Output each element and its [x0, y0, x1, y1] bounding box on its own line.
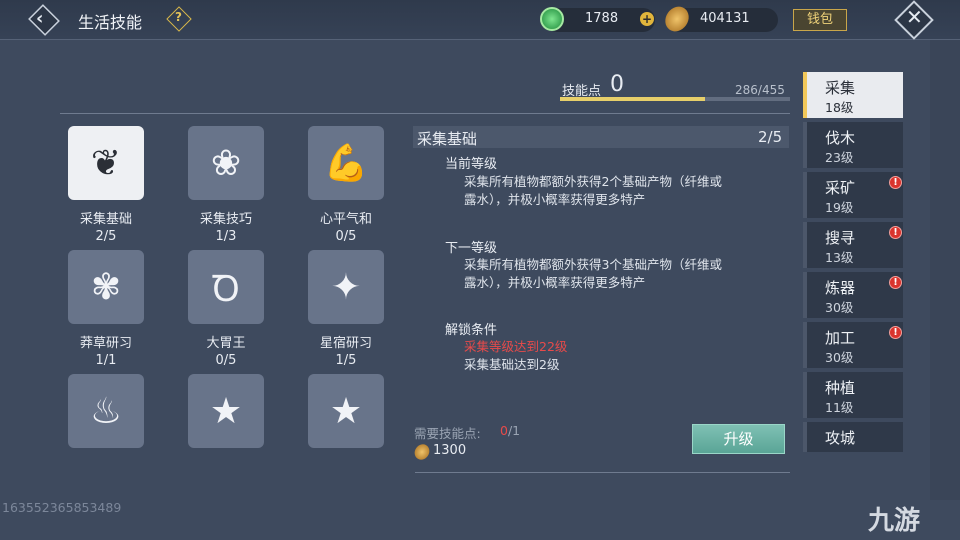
- skill-name: 大胃王: [206, 336, 246, 351]
- unlock-label: 解锁条件: [445, 323, 498, 338]
- next-level-label: 下一等级: [445, 241, 498, 256]
- skill-level: 1/3: [215, 229, 237, 244]
- tab-name: 搜寻: [825, 229, 856, 247]
- required-points-total: /1: [507, 423, 521, 438]
- detail-title: 采集基础: [417, 130, 478, 148]
- constellation-icon: ✦: [308, 250, 384, 324]
- back-arrow-icon[interactable]: ‹: [36, 8, 43, 29]
- detail-level: 2/5: [758, 128, 783, 146]
- skill-level: 2/5: [95, 229, 117, 244]
- skill-name: 采集基础: [79, 212, 132, 227]
- tab-gather[interactable]: 采集 18级: [803, 72, 903, 118]
- tab-level: 18级: [825, 100, 854, 115]
- required-points-have: 0: [500, 423, 508, 438]
- watermark-logo: 九游: [868, 506, 921, 536]
- banner-star-icon: ★: [308, 374, 384, 448]
- tab-name: 种植: [825, 379, 856, 397]
- tab-planting[interactable]: 种植 11级: [803, 372, 903, 418]
- current-level-label: 当前等级: [445, 157, 498, 172]
- skill-name: 采集技巧: [199, 212, 252, 227]
- coin-value: 404131: [700, 11, 750, 26]
- upgrade-cost: 1300: [433, 443, 467, 458]
- add-currency-icon[interactable]: +: [640, 12, 654, 26]
- tab-level: 23级: [825, 150, 854, 165]
- alert-icon: !: [889, 176, 902, 189]
- skill-level: 1/5: [335, 353, 357, 368]
- skill-cell[interactable]: ✾ 莽草研习 1/1: [56, 250, 156, 368]
- tab-name: 攻城: [825, 429, 856, 447]
- skill-points-value: 0: [610, 72, 624, 97]
- herb-icon: ❦: [68, 126, 144, 200]
- tab-level: 13级: [825, 250, 854, 265]
- skill-cell[interactable]: ❦ 采集基础 2/5: [56, 126, 156, 244]
- tab-level: 30级: [825, 350, 854, 365]
- skill-cell[interactable]: 💪 心平气和 0/5: [296, 126, 396, 244]
- strongman-icon: ♨: [68, 374, 144, 448]
- alert-icon: !: [889, 326, 902, 339]
- tab-search[interactable]: 搜寻 13级 !: [803, 222, 903, 268]
- close-icon[interactable]: ✕: [906, 5, 923, 29]
- current-level-text: 采集所有植物都额外获得2个基础产物（纤维或露水），并极小概率获得更多特产: [464, 174, 722, 207]
- skill-level: 1/1: [95, 353, 117, 368]
- tab-name: 加工: [825, 329, 856, 347]
- divider: [60, 113, 790, 114]
- skill-level: 0/5: [215, 353, 237, 368]
- tab-name: 采集: [825, 79, 856, 97]
- unlock-requirement-unmet: 采集等级达到22级: [464, 339, 568, 354]
- tab-name: 伐木: [825, 129, 856, 147]
- required-points-label: 需要技能点:: [414, 426, 481, 441]
- tab-siege[interactable]: 攻城: [803, 422, 903, 452]
- next-level-text: 采集所有植物都额外获得3个基础产物（纤维或露水），并极小概率获得更多特产: [464, 257, 722, 290]
- upgrade-button[interactable]: 升级: [692, 424, 785, 454]
- muscle-icon: 💪: [308, 126, 384, 200]
- tab-refining[interactable]: 炼器 30级 !: [803, 272, 903, 318]
- skill-points-progress: [560, 97, 790, 101]
- alert-icon: !: [889, 226, 902, 239]
- tab-level: 30级: [825, 300, 854, 315]
- skill-cell[interactable]: ★: [176, 374, 276, 448]
- required-points-value: 0/1: [500, 423, 520, 438]
- flower-icon: ❀: [188, 126, 264, 200]
- skill-cell[interactable]: ❀ 采集技巧 1/3: [176, 126, 276, 244]
- tab-name: 采矿: [825, 179, 856, 197]
- jade-icon: [540, 7, 564, 31]
- divider: [415, 472, 790, 473]
- skill-cell[interactable]: ♨: [56, 374, 156, 448]
- skill-name: 莽草研习: [79, 336, 132, 351]
- unlock-requirement-met: 采集基础达到2级: [464, 357, 560, 372]
- skill-level: 0/5: [335, 229, 357, 244]
- skill-cell[interactable]: ★: [296, 374, 396, 448]
- player-id: 163552365853489: [2, 500, 122, 515]
- tab-mining[interactable]: 采矿 19级 !: [803, 172, 903, 218]
- progress-fill: [560, 97, 705, 101]
- skill-cell[interactable]: Ꝺ 大胃王 0/5: [176, 250, 276, 368]
- tab-processing[interactable]: 加工 30级 !: [803, 322, 903, 368]
- side-decoration: [930, 40, 960, 500]
- tab-logging[interactable]: 伐木 23级: [803, 122, 903, 168]
- coin-icon: [411, 441, 433, 463]
- stomach-icon: Ꝺ: [188, 250, 264, 324]
- wallet-button[interactable]: 钱包: [793, 9, 847, 31]
- skill-cell[interactable]: ✦ 星宿研习 1/5: [296, 250, 396, 368]
- skill-name: 星宿研习: [319, 336, 372, 351]
- skill-points-total: 286/455: [735, 83, 785, 97]
- leaf-icon: ✾: [68, 250, 144, 324]
- skill-name: 心平气和: [319, 212, 372, 227]
- alert-icon: !: [889, 276, 902, 289]
- page-title: 生活技能: [78, 13, 143, 32]
- tab-level: 19级: [825, 200, 854, 215]
- banner-star-icon: ★: [188, 374, 264, 448]
- tab-name: 炼器: [825, 279, 856, 297]
- jade-value: 1788: [585, 11, 619, 26]
- tab-level: 11级: [825, 400, 854, 415]
- help-icon[interactable]: ?: [175, 10, 182, 24]
